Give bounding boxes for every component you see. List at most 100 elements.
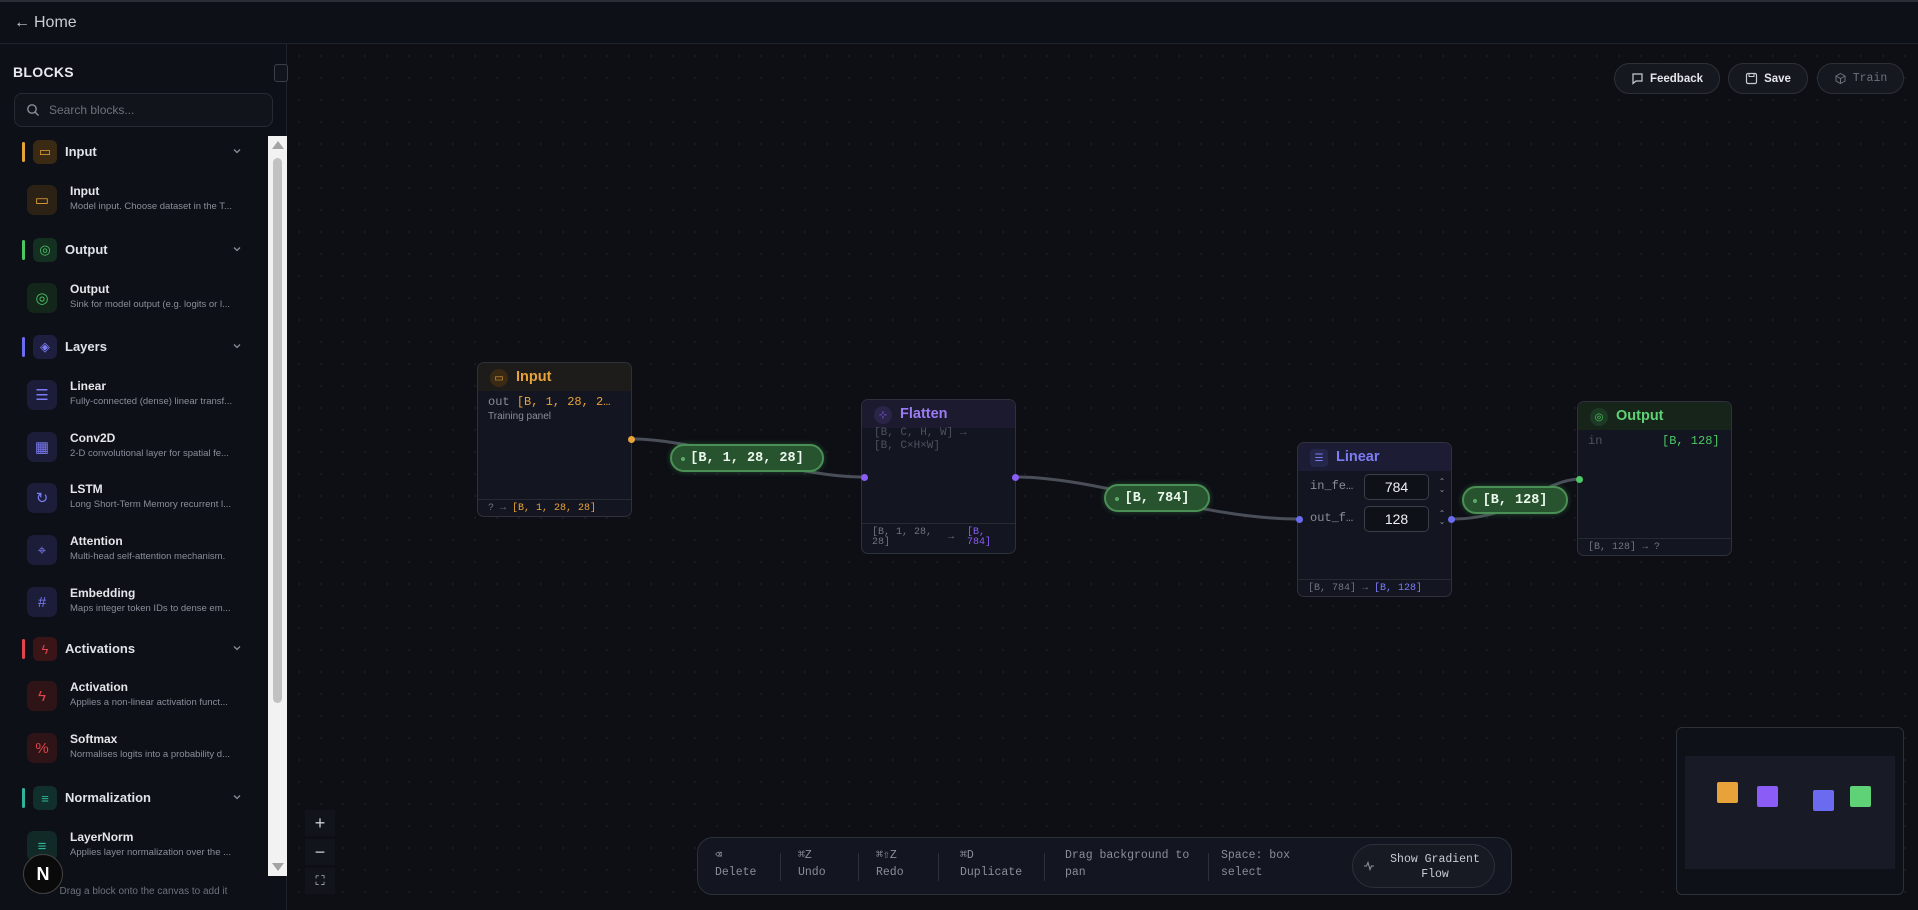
sidebar-title: BLOCKS: [13, 64, 74, 80]
shortcut-label: Delete: [715, 866, 757, 879]
shortcut-duplicate[interactable]: ⌘D Duplicate: [960, 847, 1022, 881]
minimap-node-flatten: [1757, 786, 1778, 807]
chevron-down-icon[interactable]: [232, 341, 242, 351]
search-box[interactable]: [14, 93, 273, 127]
shape-out: [B, 784]: [967, 527, 992, 548]
show-gradient-flow-button[interactable]: Show Gradient Flow: [1352, 844, 1495, 888]
block-item-softmax[interactable]: % Softmax Normalises logits into a proba…: [27, 729, 257, 775]
input-port[interactable]: [861, 474, 868, 481]
output-port[interactable]: [1012, 474, 1019, 481]
block-item-input[interactable]: ▭ Input Model input. Choose dataset in t…: [27, 181, 257, 227]
node-shape-footer: ? → [B, 1, 28, 28]: [478, 499, 631, 516]
node-title: Output: [1616, 408, 1664, 424]
category-color-bar: [22, 337, 25, 357]
cube-icon: [1835, 72, 1846, 85]
node-title: Linear: [1336, 449, 1380, 465]
scroll-up-icon[interactable]: [272, 141, 284, 149]
category-color-bar: [22, 639, 25, 659]
block-item-conv2d[interactable]: ▦ Conv2D 2-D convolutional layer for spa…: [27, 428, 257, 474]
category-activations[interactable]: ϟ Activations: [22, 636, 252, 662]
node-out-row: out [B, 1, 28, 2…: [488, 395, 610, 409]
grid-icon: ▦: [27, 432, 57, 462]
separator: [1208, 853, 1209, 881]
minimap[interactable]: [1676, 727, 1904, 895]
category-label: Input: [65, 144, 97, 159]
shortcut-undo[interactable]: ⌘Z Undo: [798, 847, 826, 881]
home-link[interactable]: ← Home: [14, 14, 77, 32]
output-port[interactable]: [1448, 516, 1455, 523]
undo-key: ⌘Z: [798, 849, 812, 862]
input-port[interactable]: [1576, 476, 1583, 483]
back-arrow-icon: ←: [14, 14, 30, 31]
block-name: Attention: [70, 534, 123, 548]
flatten-icon: ⊹: [874, 406, 892, 424]
edge-shape-label[interactable]: [B, 128]: [1462, 486, 1568, 514]
stepper-icon[interactable]: ⌃ ⌄: [1437, 510, 1447, 526]
hash-icon: #: [27, 587, 57, 617]
target-icon: ◎: [1590, 408, 1608, 426]
zoom-out-button[interactable]: −: [305, 839, 335, 865]
output-port[interactable]: [628, 436, 635, 443]
block-item-embedding[interactable]: # Embedding Maps integer token IDs to de…: [27, 583, 257, 629]
block-name: LSTM: [70, 482, 103, 496]
layers-icon: ◈: [33, 335, 57, 359]
block-item-activation[interactable]: ϟ Activation Applies a non-linear activa…: [27, 677, 257, 723]
minimap-viewport: [1685, 756, 1895, 869]
shortcut-bar: ⌫ Delete ⌘Z Undo ⌘⇧Z Redo ⌘D Duplicate Drag …: [697, 837, 1512, 895]
input-port[interactable]: [1296, 516, 1303, 523]
chevron-down-icon[interactable]: [232, 244, 242, 254]
shortcut-redo[interactable]: ⌘⇧Z Redo: [876, 847, 904, 881]
category-output[interactable]: ◎ Output: [22, 237, 252, 263]
edge-shape-text: [B, 1, 28, 28]: [690, 450, 804, 466]
block-name: Softmax: [70, 732, 118, 746]
block-item-attention[interactable]: ⌖ Attention Multi-head self-attention me…: [27, 531, 257, 577]
edge-shape-label[interactable]: [B, 784]: [1104, 484, 1210, 512]
stepper-icon[interactable]: ⌃ ⌄: [1437, 478, 1447, 494]
shortcut-delete[interactable]: ⌫ Delete: [715, 847, 756, 881]
message-icon: [1632, 73, 1643, 85]
shape-in: ? →: [488, 503, 507, 514]
n-logo-icon[interactable]: N: [23, 854, 63, 894]
minimap-node-linear: [1813, 790, 1834, 811]
scrollbar-thumb[interactable]: [273, 158, 282, 703]
shortcut-label: Redo: [876, 866, 904, 879]
in-features-input[interactable]: 784: [1364, 474, 1429, 500]
percent-icon: %: [27, 733, 57, 763]
shape-in: [B, 784] →: [1308, 583, 1369, 594]
block-item-output[interactable]: ◎ Output Sink for model output (e.g. log…: [27, 279, 257, 325]
sidebar-scrollbar[interactable]: [268, 136, 287, 876]
collapse-sidebar-icon[interactable]: [274, 64, 288, 82]
category-input[interactable]: ▭ Input: [22, 139, 252, 165]
train-button[interactable]: Train: [1817, 63, 1904, 94]
fit-view-button[interactable]: ⛶: [305, 868, 335, 894]
separator: [780, 853, 781, 881]
edge-shape-label[interactable]: [B, 1, 28, 28]: [670, 444, 824, 472]
description-line: [B, C, H, W] →: [874, 427, 967, 439]
description-line: [B, C×H×W]: [874, 440, 941, 452]
block-name: LayerNorm: [70, 830, 134, 844]
node-linear[interactable]: ☰ Linear in_fe… 784 ⌃ ⌄ out_f… 128 ⌃ ⌄ [B,…: [1297, 442, 1452, 597]
search-input[interactable]: [49, 94, 264, 126]
chevron-down-icon[interactable]: [232, 792, 242, 802]
inbox-icon: ▭: [490, 369, 508, 387]
category-layers[interactable]: ◈ Layers: [22, 334, 252, 360]
inbox-icon: ▭: [27, 185, 57, 215]
home-label: Home: [34, 14, 77, 31]
block-item-linear[interactable]: ☰ Linear Fully-connected (dense) linear …: [27, 376, 257, 422]
save-button[interactable]: Save: [1728, 63, 1808, 94]
category-normalization[interactable]: ≡ Normalization: [22, 785, 252, 811]
out-features-input[interactable]: 128: [1364, 506, 1429, 532]
redo-key: ⌘⇧Z: [876, 849, 897, 862]
node-shape-footer: [B, 1, 28, 28] → [B, 784]: [862, 523, 1015, 553]
zoom-in-button[interactable]: +: [305, 810, 335, 836]
node-output[interactable]: ◎ Output in [B, 128] [B, 128] → ?: [1577, 401, 1732, 556]
feedback-button[interactable]: Feedback: [1614, 63, 1720, 94]
block-item-lstm[interactable]: ↻ LSTM Long Short-Term Memory recurrent …: [27, 479, 257, 525]
chevron-down-icon[interactable]: [232, 146, 242, 156]
node-flatten[interactable]: ⊹ Flatten [B, C, H, W] → [B, C×H×W] [B, …: [861, 399, 1016, 554]
scroll-down-icon[interactable]: [272, 863, 284, 871]
node-input[interactable]: ▭ Input out [B, 1, 28, 2… Training panel…: [477, 362, 632, 517]
out-key: out: [488, 395, 510, 409]
blocks-sidebar: BLOCKS ▭ Input ▭ Input Model input. Choo…: [0, 44, 288, 910]
chevron-down-icon[interactable]: [232, 643, 242, 653]
